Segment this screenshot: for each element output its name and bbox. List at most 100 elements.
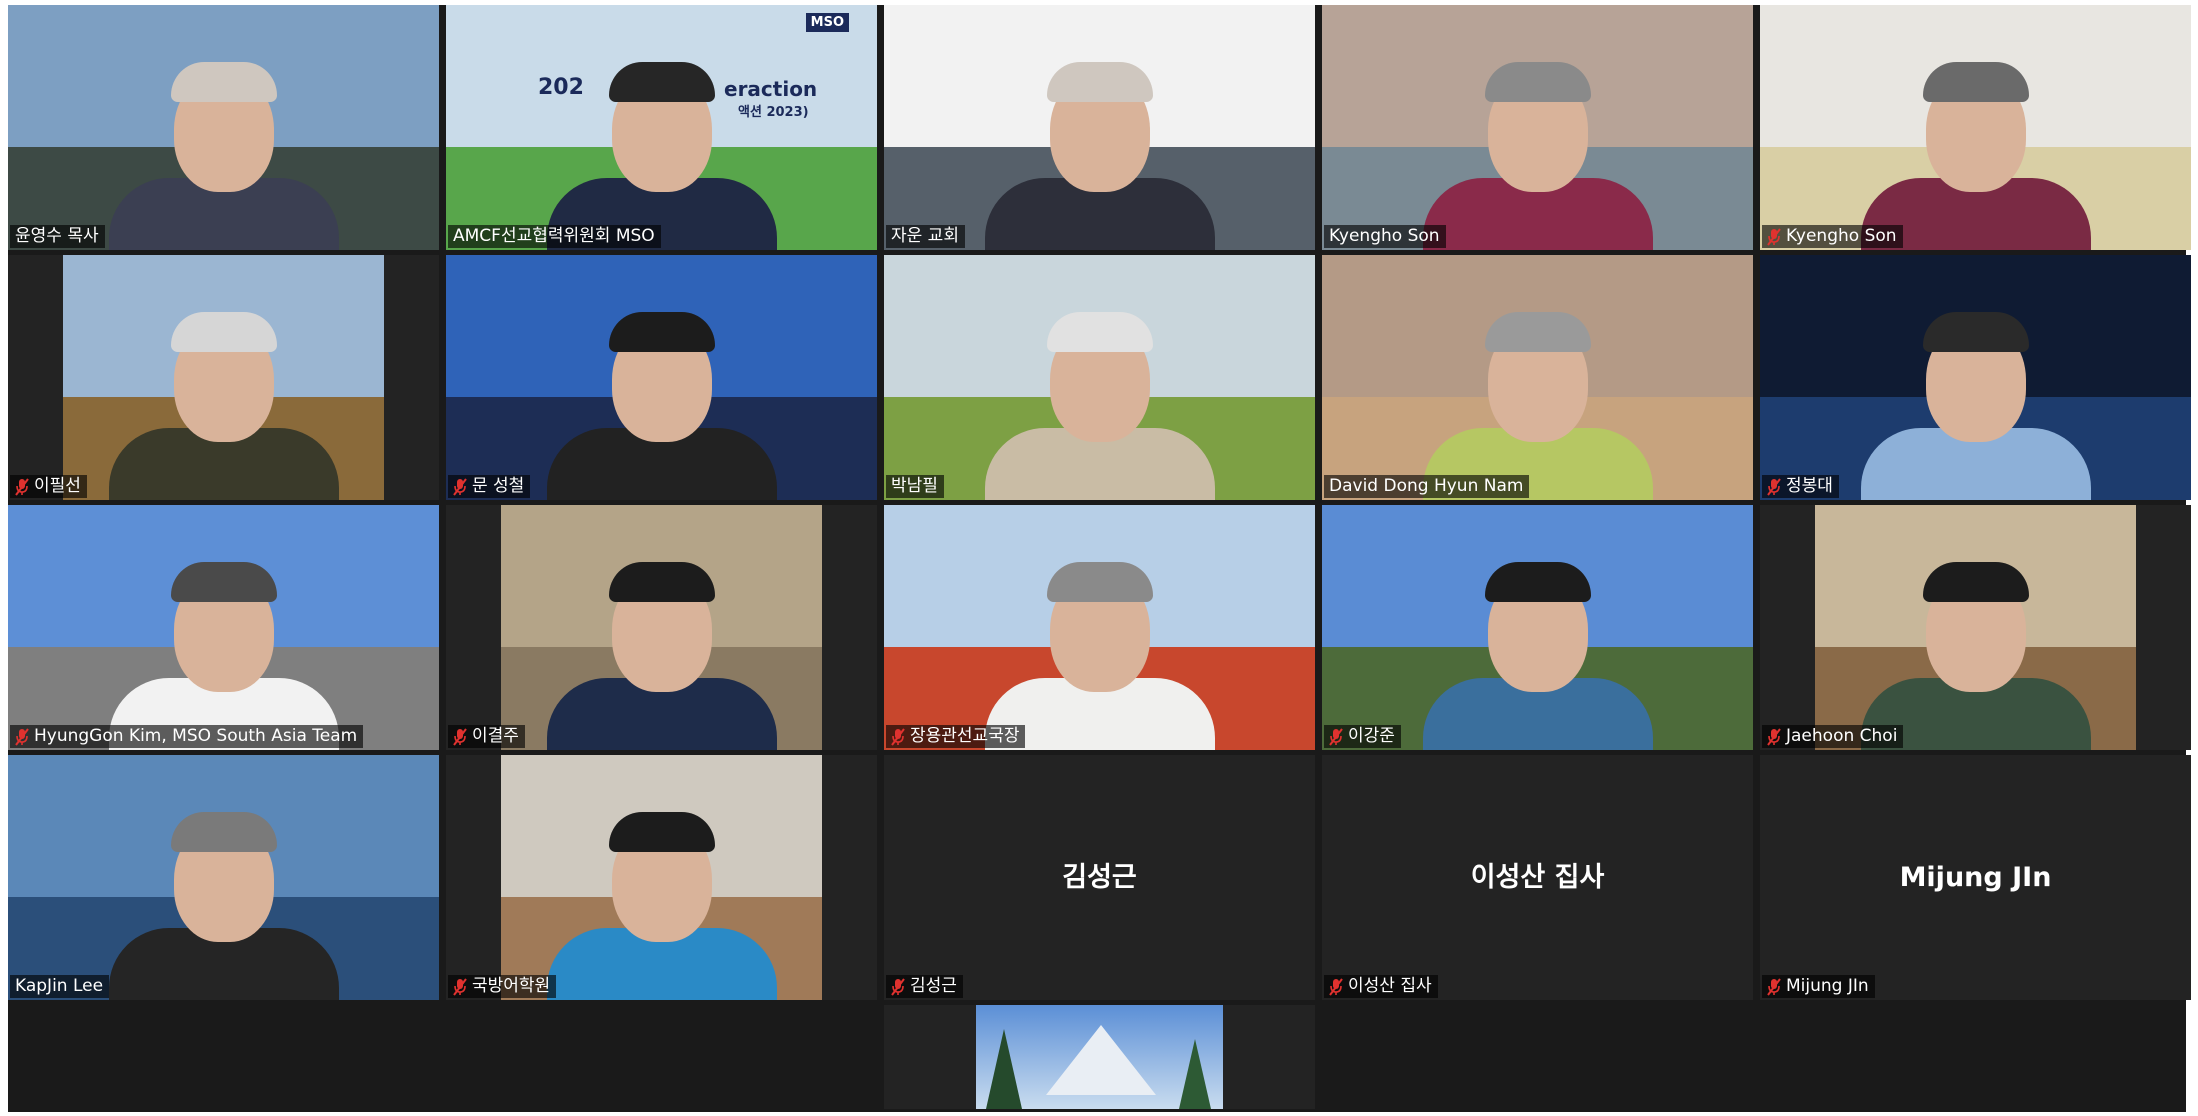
participant-name-badge: 이결주 — [448, 725, 525, 748]
microphone-muted-icon — [1329, 977, 1343, 996]
participant-video — [63, 255, 384, 500]
slide-year-text: 202 — [538, 75, 584, 100]
participant-video — [1815, 505, 2136, 750]
participant-display-name: 이성산 집사 — [1470, 861, 1605, 893]
participant-name-badge: Mijung JIn — [1762, 975, 1875, 998]
participant-tile[interactable]: 이성산 집사 이성산 집사 — [1322, 755, 1753, 1000]
participant-name-badge: 이성산 집사 — [1324, 975, 1438, 998]
participant-video — [1322, 255, 1753, 500]
participant-tile[interactable]: Mijung JIn Mijung JIn — [1760, 755, 2191, 1000]
participant-video — [501, 755, 822, 1000]
participant-video — [976, 1005, 1223, 1109]
participant-tile[interactable]: 이필선 — [8, 255, 439, 500]
participant-name-badge: 박남필 — [886, 475, 944, 498]
participant-name-label: 이강준 — [1348, 726, 1395, 746]
participant-figure — [546, 310, 777, 500]
participant-tile[interactable]: HyungGon Kim, MSO South Asia Team — [8, 505, 439, 750]
participant-figure — [1422, 60, 1653, 250]
participant-video — [501, 505, 822, 750]
participant-figure — [1422, 310, 1653, 500]
participant-name-label: 윤영수 목사 — [15, 226, 99, 246]
participant-name-badge: 김성근 — [886, 975, 963, 998]
microphone-muted-icon — [1767, 727, 1781, 746]
participant-name-label: 이성산 집사 — [1348, 976, 1432, 996]
participant-tile[interactable]: Jaehoon Choi — [1760, 505, 2191, 750]
participant-name-badge: David Dong Hyun Nam — [1324, 475, 1530, 498]
participant-tile[interactable]: 자운 교회 — [884, 5, 1315, 250]
participant-tile[interactable]: 김성근 김성근 — [884, 755, 1315, 1000]
participant-tile[interactable]: 국방어학원 — [446, 755, 877, 1000]
participant-figure — [984, 560, 1215, 750]
participant-figure — [108, 810, 339, 1000]
video-gallery: 윤영수 목사 202 eraction 액션 2023) MSO AMCF선교협력위원회 … — [8, 5, 2191, 1112]
participant-name-badge: 정봉대 — [1762, 475, 1839, 498]
participant-name-label: HyungGon Kim, MSO South Asia Team — [34, 726, 358, 746]
participant-video — [1760, 5, 2191, 250]
participant-tile[interactable]: Kyengho Son — [1760, 5, 2191, 250]
participant-figure — [546, 560, 777, 750]
participant-figure — [1860, 310, 2091, 500]
participant-name-label: Mijung JIn — [1786, 976, 1869, 996]
participant-name-label: AMCF선교협력위원회 MSO — [453, 226, 655, 246]
participant-name-label: 김성근 — [910, 976, 957, 996]
participant-name-badge: KapJin Lee — [10, 975, 110, 998]
participant-name-label: Kyengho Son — [1329, 226, 1440, 246]
participant-name-badge: 국방어학원 — [448, 975, 557, 998]
participant-name-label: 이결주 — [472, 726, 519, 746]
participant-tile[interactable]: 박남필 — [884, 255, 1315, 500]
microphone-muted-icon — [1767, 477, 1781, 496]
microphone-muted-icon — [15, 727, 29, 746]
participant-name-badge: AMCF선교협력위원회 MSO — [448, 225, 661, 248]
participant-name-label: Jaehoon Choi — [1786, 726, 1898, 746]
participant-tile[interactable]: 정봉대 — [1760, 255, 2191, 500]
participant-tile-partial[interactable] — [884, 1005, 1315, 1109]
microphone-muted-icon — [453, 977, 467, 996]
participant-video — [446, 255, 877, 500]
microphone-muted-icon — [1767, 227, 1781, 246]
participant-video — [1760, 255, 2191, 500]
participant-video — [8, 5, 439, 250]
participant-figure — [1422, 560, 1653, 750]
participant-video — [1322, 505, 1753, 750]
participant-figure — [108, 60, 339, 250]
participant-name-badge: Jaehoon Choi — [1762, 725, 1904, 748]
participant-name-badge: 이강준 — [1324, 725, 1401, 748]
participant-tile[interactable]: 장용관선교국장 — [884, 505, 1315, 750]
slide-logo: MSO — [805, 13, 849, 32]
participant-display-name: 김성근 — [1062, 861, 1137, 893]
participant-figure — [108, 310, 339, 500]
participant-name-badge: Kyengho Son — [1324, 225, 1446, 248]
participant-name-label: David Dong Hyun Nam — [1329, 476, 1524, 496]
participant-video — [884, 5, 1315, 250]
participant-figure — [1860, 560, 2091, 750]
participant-name-label: 박남필 — [891, 476, 938, 496]
participant-name-label: KapJin Lee — [15, 976, 104, 996]
participant-tile[interactable]: 이강준 — [1322, 505, 1753, 750]
participant-figure — [108, 560, 339, 750]
participant-video — [8, 505, 439, 750]
participant-name-label: 국방어학원 — [472, 976, 551, 996]
microphone-muted-icon — [453, 477, 467, 496]
participant-tile[interactable]: 202 eraction 액션 2023) MSO AMCF선교협력위원회 MSO — [446, 5, 877, 250]
participant-name-badge: 윤영수 목사 — [10, 225, 105, 248]
participant-video — [884, 505, 1315, 750]
participant-tile[interactable]: 문 성철 — [446, 255, 877, 500]
participant-figure — [984, 60, 1215, 250]
participant-tile[interactable]: David Dong Hyun Nam — [1322, 255, 1753, 500]
participant-name-badge: 이필선 — [10, 475, 87, 498]
participant-name-label: 장용관선교국장 — [910, 726, 1020, 746]
microphone-muted-icon — [891, 727, 905, 746]
participant-name-label: 정봉대 — [1786, 476, 1833, 496]
participant-figure — [984, 310, 1215, 500]
participant-tile[interactable]: KapJin Lee — [8, 755, 439, 1000]
participant-tile[interactable]: 이결주 — [446, 505, 877, 750]
participant-tile[interactable]: 윤영수 목사 — [8, 5, 439, 250]
microphone-muted-icon — [1767, 977, 1781, 996]
microphone-muted-icon — [453, 727, 467, 746]
participant-name-badge: Kyengho Son — [1762, 225, 1903, 248]
participant-name-label: 이필선 — [34, 476, 81, 496]
slide-subtitle-text: 액션 2023) — [738, 105, 809, 120]
participant-name-badge: HyungGon Kim, MSO South Asia Team — [10, 725, 364, 748]
participant-tile[interactable]: Kyengho Son — [1322, 5, 1753, 250]
participant-display-name: Mijung JIn — [1899, 861, 2052, 893]
